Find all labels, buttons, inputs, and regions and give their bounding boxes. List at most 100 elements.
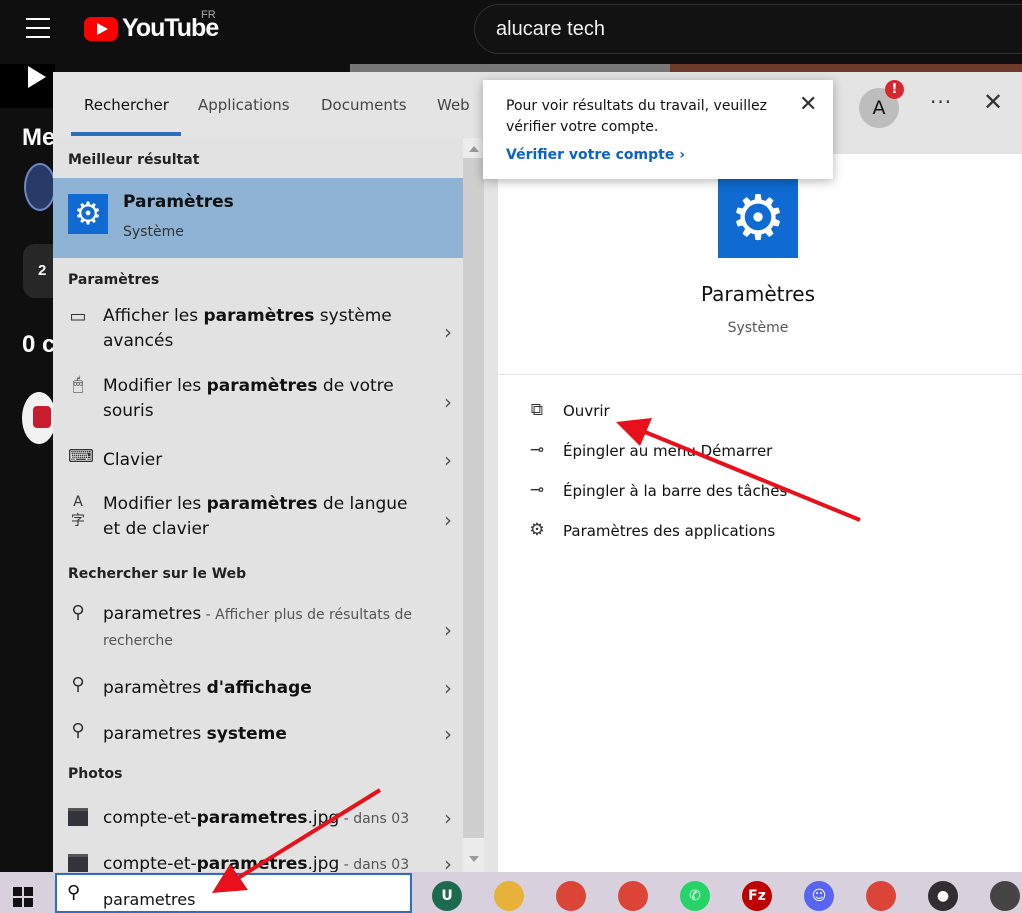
- search-icon: ⚲: [71, 602, 85, 623]
- windows-search-panel: Rechercher Applications Documents Web A …: [53, 72, 1022, 872]
- windows-start-icon[interactable]: [13, 887, 34, 908]
- list-item-label: Modifier les paramètres de votre souris: [103, 376, 394, 421]
- list-item-label: parametres - Afficher plus de résultats …: [103, 604, 412, 649]
- section-heading-settings: Paramètres: [68, 272, 160, 288]
- divider: [498, 374, 1022, 375]
- list-item-label: Clavier: [103, 450, 163, 470]
- filezilla-icon[interactable]: Fz: [742, 881, 772, 911]
- search-icon: ⚲: [71, 674, 85, 695]
- upwork-icon[interactable]: U: [432, 881, 462, 911]
- language-icon: A字: [71, 494, 85, 529]
- list-item-web-affichage[interactable]: ⚲ paramètres d'affichage ›: [53, 672, 463, 706]
- chevron-right-icon: ›: [679, 147, 685, 163]
- results-list: Meilleur résultat ⚙ Paramètres Système P…: [53, 138, 463, 872]
- youtube-search-input[interactable]: alucare tech: [474, 4, 1022, 54]
- list-item-label: compte-et-parametres.jpg - dans 03: [103, 808, 410, 828]
- search-icon: ⚲: [67, 882, 81, 903]
- media-app-icon[interactable]: [990, 881, 1020, 911]
- list-item-language-keyboard[interactable]: A字 Modifier les paramètres de langue et …: [53, 490, 463, 552]
- list-item-label: compte-et-parametres.jpg - dans 03: [103, 854, 410, 872]
- section-heading-web: Rechercher sur le Web: [68, 566, 247, 582]
- best-result-item[interactable]: ⚙ Paramètres Système: [53, 178, 463, 258]
- alert-badge-icon: !: [885, 80, 904, 99]
- scrollbar-thumb[interactable]: [463, 158, 484, 838]
- close-panel-icon[interactable]: ✕: [983, 88, 1003, 116]
- list-item-label: paramètres d'affichage: [103, 678, 312, 698]
- active-tab-indicator: [71, 132, 181, 136]
- list-item-label: Modifier les paramètres de langue et de …: [103, 494, 408, 539]
- action-label: Épingler au menu Démarrer: [563, 442, 773, 460]
- photo-thumbnail-icon: [68, 854, 88, 872]
- best-result-title: Paramètres: [123, 192, 234, 212]
- region-label: FR: [201, 9, 216, 21]
- youtube-header: YouTube FR alucare tech: [0, 0, 1022, 64]
- tab-documents[interactable]: Documents: [321, 96, 407, 114]
- list-item-web-systeme[interactable]: ⚲ parametres systeme ›: [53, 718, 463, 752]
- section-heading-best: Meilleur résultat: [68, 152, 200, 168]
- popup-message: Pour voir résultats du travail, veuillez…: [506, 98, 767, 135]
- pin-icon: ⊸: [529, 440, 545, 460]
- pin-icon: ⊸: [529, 480, 545, 500]
- chevron-right-icon[interactable]: ›: [444, 390, 452, 414]
- tab-rechercher[interactable]: Rechercher: [84, 96, 169, 114]
- gear-icon: ⚙: [68, 194, 108, 234]
- keyboard-icon: ⌨: [68, 446, 94, 467]
- verify-account-popup: Pour voir résultats du travail, veuillez…: [483, 80, 833, 179]
- play-icon[interactable]: [28, 66, 46, 88]
- best-result-subtitle: Système: [123, 224, 184, 240]
- search-icon: ⚲: [71, 720, 85, 741]
- results-scrollbar[interactable]: [463, 138, 484, 872]
- tab-applications[interactable]: Applications: [198, 96, 290, 114]
- monitor-icon: ▭: [69, 306, 87, 327]
- list-item-label: parametres systeme: [103, 724, 287, 744]
- chrome-icon-3[interactable]: [866, 881, 896, 911]
- more-options-icon[interactable]: ···: [930, 90, 952, 114]
- list-item-settings-advanced[interactable]: ▭ Afficher les paramètres système avancé…: [53, 300, 463, 362]
- close-icon[interactable]: ✕: [799, 92, 817, 117]
- detail-subtitle: Système: [727, 320, 789, 336]
- chevron-right-icon[interactable]: ›: [444, 448, 452, 472]
- scroll-up-icon[interactable]: [469, 146, 479, 152]
- chevron-right-icon[interactable]: ›: [444, 806, 452, 830]
- section-heading-photos: Photos: [68, 766, 123, 782]
- chevron-right-icon[interactable]: ›: [444, 320, 452, 344]
- action-label: Paramètres des applications: [563, 522, 776, 540]
- chevron-right-icon[interactable]: ›: [444, 722, 452, 746]
- photo-thumbnail-icon: [68, 808, 88, 826]
- youtube-search-query: alucare tech: [496, 18, 605, 40]
- chevron-right-icon[interactable]: ›: [444, 618, 452, 642]
- youtube-logo-icon[interactable]: [84, 17, 118, 41]
- detail-title: Paramètres: [700, 282, 816, 306]
- obs-icon[interactable]: ●: [928, 881, 958, 911]
- file-explorer-icon[interactable]: [494, 881, 524, 911]
- list-item-keyboard[interactable]: ⌨ Clavier ›: [53, 444, 463, 478]
- chevron-right-icon[interactable]: ›: [444, 852, 452, 872]
- list-item-label: Afficher les paramètres système avancés: [103, 306, 392, 351]
- scroll-down-icon[interactable]: [469, 856, 479, 862]
- taskbar-search-value: parametres: [103, 890, 196, 909]
- list-item-photo-2[interactable]: compte-et-parametres.jpg - dans 03 ›: [53, 848, 463, 872]
- list-item-settings-mouse[interactable]: 🖱 Modifier les paramètres de votre souri…: [53, 370, 463, 432]
- chrome-icon[interactable]: [556, 881, 586, 911]
- mouse-icon: 🖱: [72, 374, 84, 395]
- taskbar-search-input[interactable]: ⚲ parametres: [55, 873, 412, 913]
- chevron-right-icon[interactable]: ›: [444, 676, 452, 700]
- gear-icon: ⚙: [529, 520, 545, 540]
- list-item-photo-1[interactable]: compte-et-parametres.jpg - dans 03 ›: [53, 802, 463, 836]
- channel-avatar[interactable]: [24, 163, 56, 211]
- gear-icon: ⚙: [718, 178, 798, 258]
- background-heading: Me: [22, 124, 56, 151]
- hamburger-menu-icon[interactable]: [26, 18, 50, 38]
- whatsapp-icon[interactable]: ✆: [680, 881, 710, 911]
- verify-account-link[interactable]: Vérifier votre compte ›: [506, 147, 685, 163]
- comments-count: 0 c: [22, 331, 56, 358]
- action-label: Épingler à la barre des tâches: [563, 482, 788, 500]
- action-label: Ouvrir: [563, 402, 610, 420]
- discord-icon[interactable]: ☺: [804, 881, 834, 911]
- commenter-avatar[interactable]: [22, 392, 56, 444]
- chrome-icon-2[interactable]: [618, 881, 648, 911]
- tab-web[interactable]: Web: [437, 96, 470, 114]
- list-item-web-parametres[interactable]: ⚲ parametres - Afficher plus de résultat…: [53, 600, 463, 662]
- open-icon: ⧉: [530, 400, 544, 420]
- chevron-right-icon[interactable]: ›: [444, 508, 452, 532]
